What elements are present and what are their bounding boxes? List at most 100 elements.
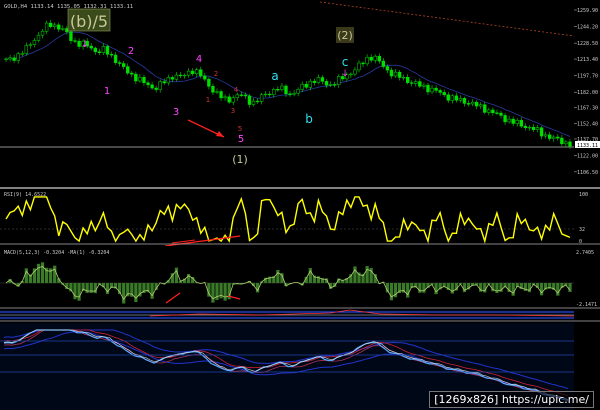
- macd-label: MACD(5,12,3) -0.3204 -MA(1) -0.3204: [4, 250, 109, 256]
- candle: [207, 78, 211, 87]
- candle: [357, 62, 361, 71]
- candle: [130, 72, 134, 75]
- candle: [89, 45, 93, 49]
- candle: [247, 95, 252, 105]
- sub-wave-label-5: 5: [238, 125, 242, 133]
- candle: [548, 134, 552, 139]
- price-axis: 1259.90 1244.20 1228.50 1213.40 1197.70 1182.…: [574, 8, 598, 176]
- candle: [389, 69, 394, 77]
- wave-label-a: a: [271, 69, 278, 83]
- candle: [48, 22, 53, 27]
- candle: [434, 87, 438, 91]
- price-tick: 1213.40: [577, 57, 598, 63]
- price-tick: 1259.90: [577, 8, 598, 14]
- candle: [101, 46, 106, 53]
- candle: [320, 77, 325, 82]
- price-tick: 1106.50: [577, 170, 598, 176]
- candle: [479, 104, 483, 107]
- candle: [227, 96, 231, 103]
- candle: [142, 77, 146, 84]
- candle: [170, 77, 175, 80]
- candle: [109, 54, 114, 56]
- wave-label-b: b: [305, 112, 313, 126]
- candle: [73, 40, 77, 42]
- candle: [166, 77, 170, 84]
- candle: [491, 109, 495, 114]
- candle: [446, 94, 450, 101]
- candle: [377, 55, 381, 62]
- candle: [243, 94, 248, 97]
- candle: [316, 77, 321, 83]
- wave-label-two-paren: (2): [337, 29, 353, 42]
- candle: [556, 136, 560, 139]
- candle: [97, 51, 102, 53]
- candle: [190, 70, 195, 74]
- candle: [122, 63, 126, 67]
- candle: [406, 76, 410, 83]
- candle: [223, 96, 227, 99]
- candle: [466, 103, 471, 105]
- candle: [507, 118, 511, 123]
- candle: [515, 120, 519, 124]
- candle: [401, 76, 406, 79]
- candle: [174, 74, 179, 80]
- candle: [438, 90, 442, 93]
- candle: [474, 101, 479, 107]
- candle: [422, 84, 426, 87]
- candle: [268, 93, 272, 96]
- candle: [113, 54, 118, 63]
- candle: [186, 70, 191, 76]
- candle: [20, 53, 24, 55]
- candle: [28, 44, 33, 46]
- candle: [138, 77, 142, 82]
- watermark: [1269x826] https://upic.me/: [429, 391, 594, 408]
- candle: [539, 127, 544, 137]
- candle: [296, 89, 300, 94]
- candle: [312, 80, 317, 83]
- macd-tick-bottom: -2.1471: [576, 302, 597, 308]
- candle: [361, 62, 365, 65]
- wave-label-3: 3: [173, 107, 179, 118]
- candle: [410, 82, 414, 84]
- candle: [57, 24, 61, 30]
- candle: [503, 115, 507, 123]
- candle: [365, 56, 369, 65]
- candle: [40, 30, 45, 36]
- wave-label-one-paren: (1): [232, 153, 248, 166]
- rsi-label: RSI(9) 14.6522: [4, 192, 46, 198]
- candle: [4, 58, 8, 61]
- candle: [397, 71, 402, 78]
- candle: [105, 46, 110, 55]
- candle: [255, 100, 260, 103]
- down-arrow-icon: ↓: [81, 39, 89, 50]
- candle: [324, 81, 329, 86]
- candle: [162, 81, 166, 84]
- candle: [527, 126, 532, 129]
- macd-tick-top: 2.7405: [576, 250, 594, 256]
- candle: [203, 75, 207, 80]
- candle: [272, 89, 276, 95]
- wave-label-1: 1: [104, 86, 110, 97]
- candle: [215, 91, 219, 93]
- candle: [117, 62, 122, 64]
- candle: [264, 93, 268, 96]
- candle: [16, 53, 20, 61]
- candle: [531, 126, 536, 130]
- rsi-tick-0: 0: [579, 239, 582, 245]
- candle: [259, 94, 264, 102]
- candle: [442, 92, 446, 96]
- candle: [450, 95, 454, 101]
- candle: [24, 45, 28, 54]
- rsi-panel[interactable]: [0, 190, 574, 244]
- price-tick: 1152.40: [577, 121, 598, 127]
- price-tick: 1197.70: [577, 74, 598, 80]
- candle: [292, 92, 296, 95]
- candle: [430, 87, 434, 93]
- candle: [499, 112, 503, 116]
- trading-chart[interactable]: GOLD,H4 1133.14 1135.05 1132.31 1133.11 …: [0, 0, 600, 410]
- candle: [495, 112, 499, 114]
- candle: [328, 84, 333, 86]
- candle: [511, 118, 515, 124]
- down-arrow-icon: ↓: [341, 69, 349, 79]
- candle: [300, 83, 304, 90]
